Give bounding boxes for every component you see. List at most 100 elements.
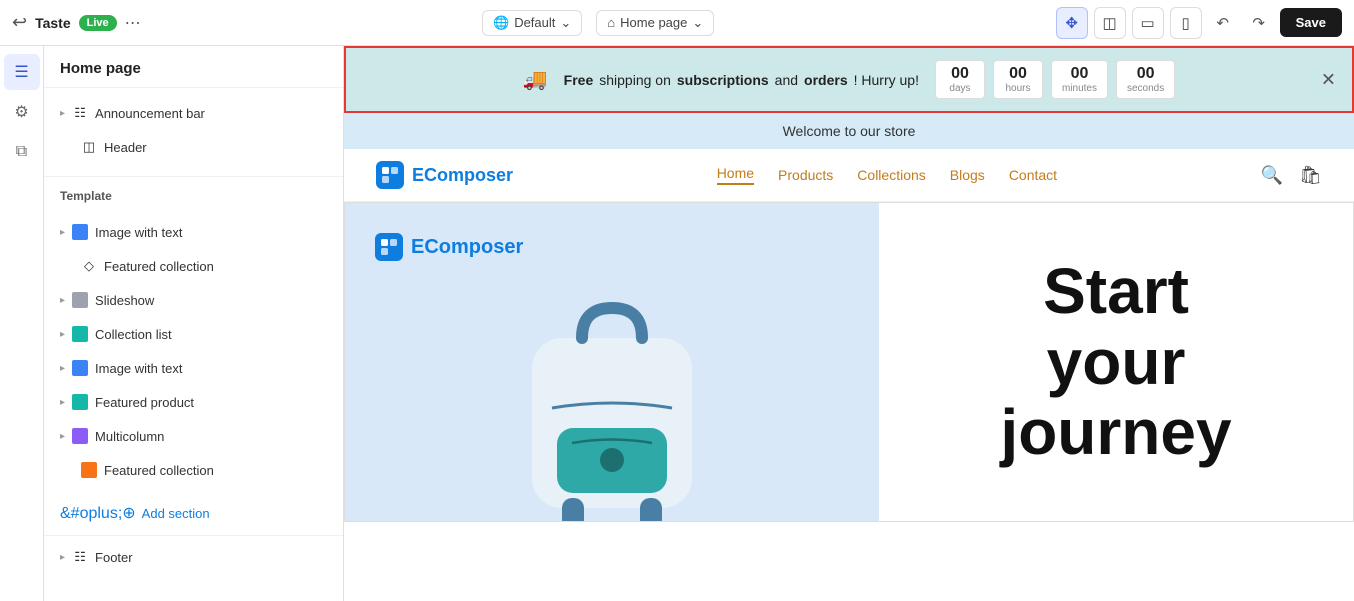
hero-headline: Start your journey (1000, 256, 1231, 467)
announcement-bar-preview: 🚚 Free shipping on subscriptions and ord… (344, 46, 1354, 113)
hero-logo-text: EComposer (411, 236, 523, 259)
search-icon[interactable]: 🔍 (1261, 165, 1283, 186)
hero-line1: Start (1000, 256, 1231, 326)
nav-products[interactable]: Products (778, 167, 833, 183)
announcement-bar-label: Announcement bar (95, 106, 205, 121)
image-with-text-2-icon (71, 359, 89, 377)
page-selector[interactable]: ⌂ Home page ⌄ (596, 10, 714, 36)
topbar: ↩ Taste Live ⋯ 🌐 Default ⌄ ⌂ Home page ⌄… (0, 0, 1354, 46)
chevron-right-icon: ▸ (60, 363, 65, 374)
chevron-right-icon: ▸ (60, 397, 65, 408)
more-options-icon[interactable]: ⋯ (125, 13, 141, 33)
minutes-value: 00 (1062, 65, 1097, 83)
announcement-icon: ☷ (71, 104, 89, 122)
countdown: 00 days 00 hours 00 minutes 00 seconds (935, 60, 1175, 99)
save-button[interactable]: Save (1280, 8, 1342, 37)
undo-btn[interactable]: ↶ (1208, 8, 1238, 38)
slideshow-label: Slideshow (95, 293, 154, 308)
seconds-label: seconds (1127, 83, 1164, 94)
featured-collection-1-label: Featured collection (104, 259, 214, 274)
template-sections: ▸ Image with text ◇ Featured collection … (44, 207, 343, 495)
settings-icon[interactable]: ⚙ (4, 94, 40, 130)
countdown-days: 00 days (935, 60, 985, 99)
free-text: Free (564, 72, 594, 88)
sidebar-item-multicolumn[interactable]: ▸ Multicolumn (44, 419, 343, 453)
chevron-right-icon: ▸ (60, 552, 65, 563)
tablet-view-btn[interactable]: ▭ (1132, 7, 1164, 39)
nav-icons: 🔍 🛍 (1261, 165, 1322, 186)
preview-area: 🚚 Free shipping on subscriptions and ord… (344, 46, 1354, 601)
hero-line3: journey (1000, 397, 1231, 467)
components-icon[interactable]: ⧉ (4, 134, 40, 170)
globe-icon: 🌐 (493, 15, 509, 31)
sidebar-item-featured-collection-2[interactable]: Featured collection (44, 453, 343, 487)
chevron-right-icon: ▸ (60, 108, 65, 119)
image-with-text-icon (71, 223, 89, 241)
image-with-text-1-label: Image with text (95, 225, 182, 240)
plus-circle-icon: &#oplus;⊕ (60, 503, 136, 523)
sidebar-item-image-with-text-2[interactable]: ▸ Image with text (44, 351, 343, 385)
logo-text: EComposer (412, 165, 513, 186)
featured-collection-icon: ◇ (80, 257, 98, 275)
chevron-down-icon: ⌄ (692, 15, 703, 31)
featured-collection-2-icon (80, 461, 98, 479)
sidebar-item-slideshow[interactable]: ▸ Slideshow (44, 283, 343, 317)
announcement-text: Free shipping on subscriptions and order… (564, 72, 919, 88)
orders-text: orders (804, 72, 848, 88)
chevron-right-icon: ▸ (60, 329, 65, 340)
countdown-minutes: 00 minutes (1051, 60, 1108, 99)
hero-logo-icon (375, 233, 403, 261)
topbar-right: ✥ ◫ ▭ ▯ ↶ ↷ Save (1056, 7, 1342, 39)
redo-btn[interactable]: ↷ (1244, 8, 1274, 38)
nav-contact[interactable]: Contact (1009, 167, 1057, 183)
header-icon: ◫ (80, 138, 98, 156)
footer-icon: ☷ (71, 548, 89, 566)
topbar-left: ↩ Taste Live ⋯ (12, 12, 141, 33)
layers-icon[interactable]: ☰ (4, 54, 40, 90)
hours-label: hours (1004, 83, 1032, 94)
divider (44, 176, 343, 177)
add-section-btn[interactable]: &#oplus;⊕ Add section (44, 495, 343, 531)
domain-selector[interactable]: 🌐 Default ⌄ (482, 10, 582, 36)
domain-label: Default (514, 15, 555, 30)
sidebar-item-featured-product[interactable]: ▸ Featured product (44, 385, 343, 419)
app-name: Taste (35, 15, 71, 31)
nav-links: Home Products Collections Blogs Contact (717, 165, 1057, 185)
image-with-text-2-label: Image with text (95, 361, 182, 376)
seconds-value: 00 (1127, 65, 1164, 83)
back-icon[interactable]: ↩ (12, 12, 27, 33)
main-layout: ☰ ⚙ ⧉ Home page ▸ ☷ Announcement bar ◫ H… (0, 46, 1354, 601)
sidebar-item-featured-collection-1[interactable]: ◇ Featured collection (44, 249, 343, 283)
hero-left: EComposer (345, 203, 879, 521)
featured-product-icon (71, 393, 89, 411)
desktop-view-btn[interactable]: ◫ (1094, 7, 1126, 39)
featured-collection-2-label: Featured collection (104, 463, 214, 478)
store-nav: EComposer Home Products Collections Blog… (344, 149, 1354, 202)
sidebar-title: Home page (44, 46, 343, 88)
hero-right: Start your journey (879, 203, 1353, 521)
minutes-label: minutes (1062, 83, 1097, 94)
sidebar-item-image-with-text-1[interactable]: ▸ Image with text (44, 215, 343, 249)
chevron-right-icon: ▸ (60, 295, 65, 306)
nav-home[interactable]: Home (717, 165, 754, 185)
close-announcement-btn[interactable]: ✕ (1321, 69, 1336, 90)
chevron-right-icon: ▸ (60, 431, 65, 442)
sidebar-item-header[interactable]: ◫ Header (44, 130, 343, 164)
hero-section: EComposer (344, 202, 1354, 522)
store-logo: EComposer (376, 161, 513, 189)
countdown-hours: 00 hours (993, 60, 1043, 99)
sidebar-item-collection-list[interactable]: ▸ Collection list (44, 317, 343, 351)
hero-logo: EComposer (375, 233, 523, 261)
sidebar-item-announcement-bar[interactable]: ▸ ☷ Announcement bar (44, 96, 343, 130)
add-section-label: Add section (142, 506, 210, 521)
topbar-center: 🌐 Default ⌄ ⌂ Home page ⌄ (482, 10, 714, 36)
nav-collections[interactable]: Collections (857, 167, 925, 183)
nav-blogs[interactable]: Blogs (950, 167, 985, 183)
mobile-view-btn[interactable]: ▯ (1170, 7, 1202, 39)
chevron-right-icon: ▸ (60, 227, 65, 238)
slideshow-icon (71, 291, 89, 309)
cart-icon[interactable]: 🛍 (1299, 165, 1322, 186)
sidebar-item-footer[interactable]: ▸ ☷ Footer (44, 540, 343, 574)
truck-icon: 🚚 (523, 67, 548, 92)
cursor-tool-btn[interactable]: ✥ (1056, 7, 1088, 39)
